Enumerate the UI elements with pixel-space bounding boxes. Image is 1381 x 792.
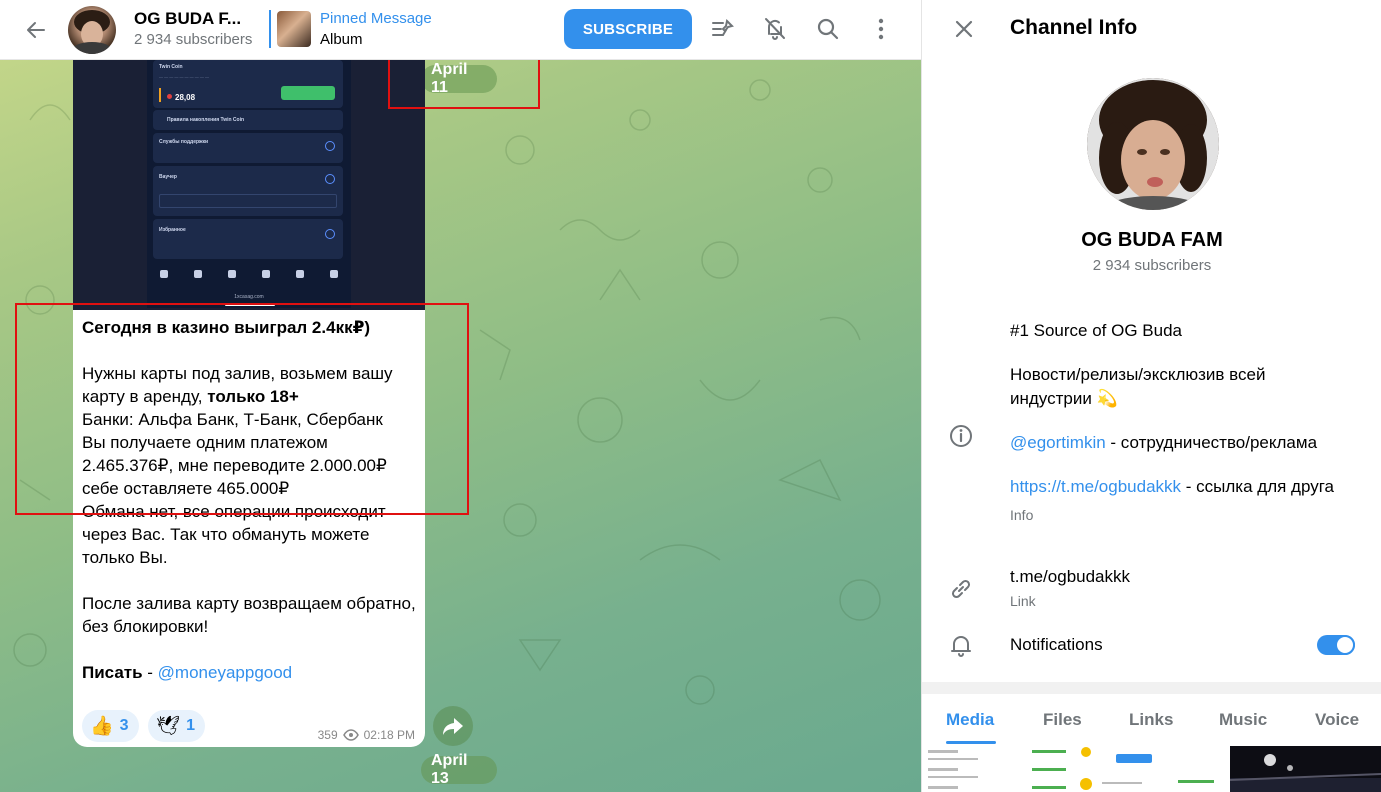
- bell-icon: [951, 636, 971, 657]
- notifications-toggle[interactable]: [1317, 635, 1355, 655]
- description-line: - сотрудничество/реклама: [1105, 433, 1318, 452]
- channel-link-caption: Link: [1010, 593, 1036, 609]
- shared-media-tabs: Media Files Links Music Voice: [922, 694, 1381, 746]
- reaction-count: 3: [119, 717, 129, 734]
- message-line: Обмана нет, все операции происходит чере…: [82, 502, 386, 567]
- message-age-note: только 18+: [207, 387, 299, 406]
- tab-voice[interactable]: Voice: [1315, 710, 1359, 730]
- notifications-label: Notifications: [1010, 635, 1103, 654]
- close-icon[interactable]: [952, 17, 976, 41]
- phone-card: Службы поддержки: [153, 133, 343, 163]
- pinned-message-title[interactable]: Pinned Message: [320, 10, 432, 27]
- percent-icon: [325, 174, 335, 184]
- forward-button[interactable]: [433, 706, 473, 746]
- channel-info-panel: Channel Info OG BUDA FAM 2 934 subscribe…: [921, 0, 1381, 792]
- media-thumbnail[interactable]: [1230, 746, 1381, 792]
- channel-avatar-large[interactable]: [1087, 78, 1219, 210]
- media-thumbnail[interactable]: [1076, 746, 1228, 792]
- pinned-thumbnail[interactable]: [277, 11, 311, 47]
- mute-bell-icon[interactable]: [762, 16, 788, 42]
- pinned-divider: [269, 10, 271, 48]
- phone-card: Ваучер: [153, 166, 343, 216]
- description-line: - ссылка для друга: [1181, 477, 1335, 496]
- subscriber-count: 2 934 subscribers: [134, 31, 253, 48]
- phone-card-marker: [159, 88, 161, 102]
- back-arrow-icon[interactable]: [24, 18, 48, 42]
- phone-card-title: Ваучер: [159, 174, 177, 180]
- tab-media[interactable]: Media: [946, 710, 994, 730]
- phone-voucher-input: [159, 194, 337, 208]
- date-separator: April 11: [421, 61, 497, 96]
- description-line: #1 Source of OG Buda: [1010, 321, 1182, 340]
- contact-mention-link[interactable]: @egortimkin: [1010, 433, 1106, 452]
- thumbs-up-icon: 👍: [90, 715, 114, 737]
- active-tab-indicator: [946, 741, 996, 744]
- phone-exchange-button: [281, 86, 335, 100]
- info-icon: [950, 425, 972, 447]
- chat-header: OG BUDA F... 2 934 subscribers Pinned Me…: [0, 0, 921, 60]
- chat-area: OG BUDA F... 2 934 subscribers Pinned Me…: [0, 0, 921, 792]
- star-icon: [325, 229, 335, 239]
- phone-home-indicator: [225, 304, 275, 306]
- reaction-dove[interactable]: 🕊 1: [148, 710, 206, 742]
- message-line: Вы получаете одним платежом 2.465.376₽, …: [82, 433, 387, 498]
- message-time: 02:18 PM: [363, 728, 415, 742]
- phone-card: Избранное: [153, 219, 343, 259]
- phone-card-title: Службы поддержки: [159, 139, 209, 145]
- contact-link[interactable]: @moneyappgood: [158, 663, 292, 682]
- phone-card: Twin Coin — — — — — — — — — — 28,08: [153, 60, 343, 108]
- reaction-count: 1: [186, 717, 196, 734]
- contact-label: Писать: [82, 663, 143, 682]
- phone-card-title: Правила накопления Twin Coin: [167, 117, 245, 123]
- phone-card-title: Twin Coin: [159, 64, 183, 70]
- channel-description: #1 Source of OG Buda Новости/релизы/экск…: [1010, 319, 1340, 527]
- channel-name: OG BUDA FAM: [1081, 229, 1223, 251]
- forward-arrow-icon: [443, 718, 463, 735]
- dove-icon: 🕊: [156, 715, 181, 737]
- message-photo[interactable]: Twin Coin — — — — — — — — — — 28,08 Прав…: [73, 60, 425, 310]
- subscribe-button[interactable]: SUBSCRIBE: [564, 9, 692, 49]
- channel-title[interactable]: OG BUDA F...: [134, 9, 241, 29]
- invite-url-link[interactable]: https://t.me/ogbudakkk: [1010, 477, 1181, 496]
- link-icon: [951, 579, 971, 599]
- view-count: 359: [317, 728, 338, 742]
- media-thumbnail[interactable]: [922, 746, 1074, 792]
- tab-files[interactable]: Files: [1043, 710, 1082, 730]
- message-text: Сегодня в казино выиграл 2.4кк₽) Нужны к…: [82, 316, 420, 684]
- phone-card-desc: — — — — — — — — — —: [159, 74, 210, 79]
- description-line: Новости/релизы/эксклюзив всей индустрии …: [1010, 365, 1266, 408]
- more-options-icon[interactable]: [868, 16, 894, 42]
- coin-icon: [167, 94, 172, 99]
- search-icon[interactable]: [815, 16, 841, 42]
- pinned-message-text[interactable]: Album: [320, 31, 363, 48]
- channel-avatar[interactable]: [68, 6, 116, 54]
- phone-screenshot: Twin Coin — — — — — — — — — — 28,08 Прав…: [147, 60, 351, 308]
- media-grid: [922, 746, 1381, 792]
- date-separator: April 13: [421, 752, 497, 787]
- phone-card-title: Избранное: [159, 227, 186, 233]
- help-icon: [325, 141, 335, 151]
- channel-link[interactable]: t.me/ogbudakkk: [1010, 567, 1130, 587]
- section-divider: [922, 682, 1381, 694]
- message-headline: Сегодня в казино выиграл 2.4кк₽): [82, 318, 371, 337]
- tab-links[interactable]: Links: [1129, 710, 1173, 730]
- phone-card-value: 28,08: [175, 93, 196, 102]
- channel-message[interactable]: Twin Coin — — — — — — — — — — 28,08 Прав…: [73, 60, 425, 747]
- phone-card: Правила накопления Twin Coin: [153, 110, 343, 130]
- message-meta: 359 02:18 PM: [318, 728, 415, 742]
- tab-music[interactable]: Music: [1219, 710, 1267, 730]
- pinned-list-icon[interactable]: [710, 16, 736, 42]
- description-caption: Info: [1010, 507, 1034, 523]
- contact-separator: -: [142, 663, 158, 682]
- phone-url: 1xcasag.com: [234, 294, 264, 300]
- channel-subscribers: 2 934 subscribers: [1092, 257, 1212, 274]
- phone-bottom-nav: [147, 262, 351, 286]
- reaction-thumbs-up[interactable]: 👍 3: [82, 710, 139, 742]
- message-line: Банки: Альфа Банк, Т-Банк, Сбербанк: [82, 410, 383, 429]
- eye-icon: [342, 729, 359, 741]
- panel-title: Channel Info: [1010, 16, 1138, 39]
- message-line: После залива карту возвращаем обратно, б…: [82, 594, 416, 636]
